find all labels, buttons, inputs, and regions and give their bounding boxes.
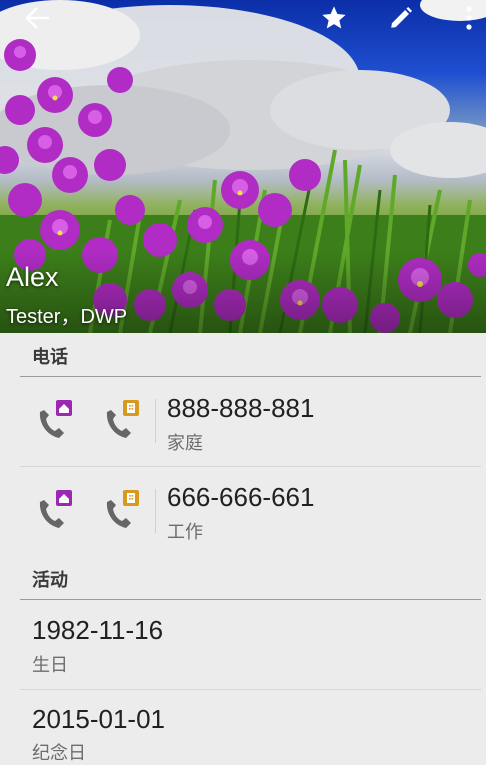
more-options-button[interactable] [452,2,486,34]
event-type: 生日 [32,655,68,676]
row-separator [155,399,156,443]
section-header-events: 活动 [32,570,68,591]
favorite-button[interactable] [317,2,351,34]
phone-number[interactable]: 888-888-881 [167,393,314,424]
phone-home-icon [39,400,72,438]
call-work-button[interactable] [101,488,141,532]
call-work-button[interactable] [101,398,141,442]
pencil-icon [391,6,413,28]
section-divider [20,599,481,600]
more-vertical-icon [466,6,472,30]
phone-work-icon [106,490,139,528]
phone-number[interactable]: 666-666-661 [167,482,314,513]
phone-work-icon [106,400,139,438]
event-date[interactable]: 2015-01-01 [32,704,165,735]
edit-button[interactable] [384,2,418,34]
section-header-phone: 电话 [32,347,68,368]
event-type: 纪念日 [32,743,86,764]
call-home-button[interactable] [34,488,74,532]
contact-subtitle: Tester，DWP [6,306,128,328]
row-divider [20,466,481,467]
phone-home-icon [39,490,72,528]
event-date[interactable]: 1982-11-16 [32,615,163,646]
row-divider [20,689,481,690]
phone-type: 工作 [167,522,203,543]
call-home-button[interactable] [34,398,74,442]
back-button[interactable] [20,2,54,34]
contact-name: Alex [6,262,59,292]
phone-type: 家庭 [167,433,203,454]
section-divider [20,376,481,377]
contact-photo: Alex Tester，DWP [0,0,486,333]
orchid-photo [0,0,486,333]
top-action-bar [0,0,486,36]
star-icon [322,6,346,29]
row-separator [155,489,156,533]
arrow-left-icon [25,7,50,29]
